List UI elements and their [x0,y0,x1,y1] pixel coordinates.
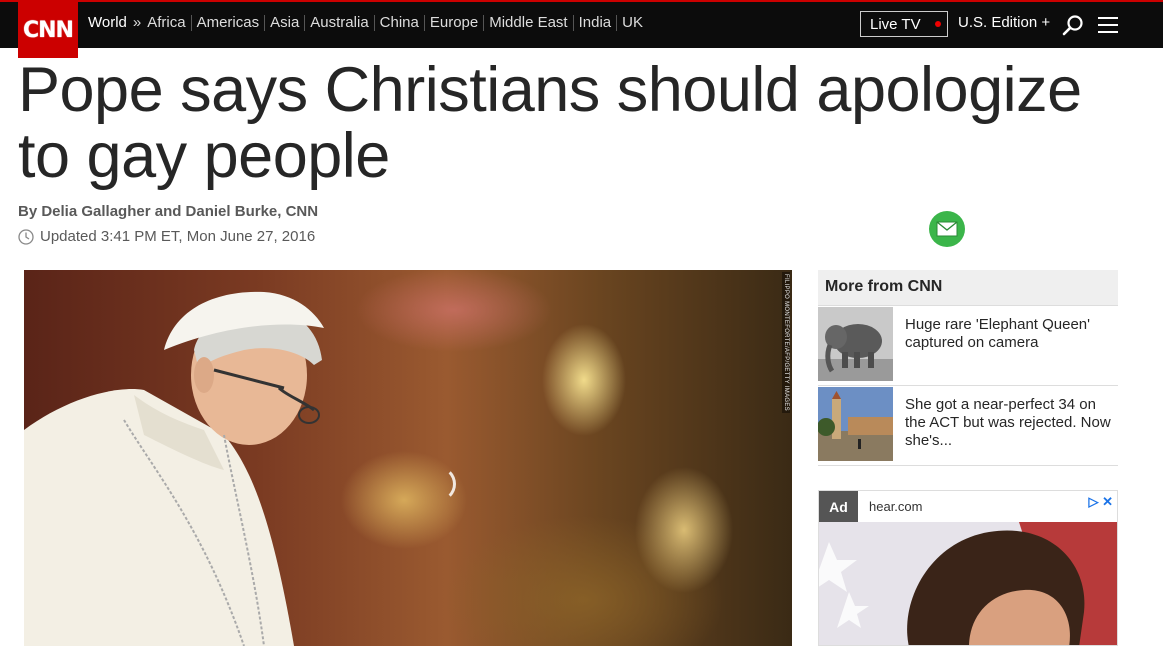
campus-tower-thumbnail [818,387,893,461]
nav-region-africa[interactable]: Africa [147,14,190,31]
more-item-text[interactable]: Huge rare 'Elephant Queen' captured on c… [905,316,1118,352]
envelope-icon [936,221,958,237]
elephant-thumbnail [818,307,893,381]
nav-region-europe[interactable]: Europe [423,14,483,31]
nav-region-middle-east[interactable]: Middle East [483,14,572,31]
nav-region-australia[interactable]: Australia [304,14,373,31]
image-credit: FILIPPO MONTEFORTE/AFP/GETTY IMAGES [782,272,790,413]
advertisement[interactable]: Ad hear.com ▷ ✕ [818,490,1118,646]
ad-header: Ad hear.com [819,491,1117,522]
cnn-logo[interactable]: CNN [18,2,78,58]
more-from-cnn: More from CNN Huge rare 'Elephant Queen'… [818,270,1118,466]
edition-selector[interactable]: U.S. Edition + [958,14,1050,31]
live-indicator-icon [934,21,941,27]
updated-text: Updated 3:41 PM ET, Mon June 27, 2016 [40,228,316,245]
search-icon[interactable] [1062,14,1084,36]
nav-region-uk[interactable]: UK [616,14,648,31]
nav-region-asia[interactable]: Asia [264,14,304,31]
ad-image [819,522,1117,645]
nav-world-link[interactable]: World [88,14,127,31]
ad-domain[interactable]: hear.com [869,499,922,514]
nav-separator: » [132,14,142,31]
more-item-elephant[interactable]: Huge rare 'Elephant Queen' captured on c… [818,306,1118,386]
live-tv-button[interactable]: Live TV [860,11,948,37]
more-from-cnn-title: More from CNN [818,270,1118,306]
clock-icon [18,228,34,245]
nav-region-americas[interactable]: Americas [190,14,265,31]
nav-region-china[interactable]: China [373,14,424,31]
ad-choices-close-icon[interactable]: ▷ ✕ [1088,494,1113,510]
nav-main: World » Africa Americas Asia Australia C… [88,14,648,31]
article-hero-image[interactable]: FILIPPO MONTEFORTE/AFP/GETTY IMAGES [24,270,792,646]
more-item-act[interactable]: She got a near-perfect 34 on the ACT but… [818,386,1118,466]
email-share-button[interactable] [929,211,965,247]
live-tv-label: Live TV [870,15,921,33]
nav-regions: Africa Americas Asia Australia China Eur… [147,14,648,31]
article-updated: Updated 3:41 PM ET, Mon June 27, 2016 [18,228,315,245]
top-nav: CNN World » Africa Americas Asia Austral… [0,0,1163,58]
more-item-text[interactable]: She got a near-perfect 34 on the ACT but… [905,396,1118,450]
nav-region-india[interactable]: India [572,14,617,31]
ad-badge: Ad [819,491,858,522]
article-headline: Pope says Christians should apologize to… [18,55,1082,191]
loading-spinner-icon [420,466,456,502]
menu-icon[interactable] [1098,17,1118,33]
pope-photo [24,291,324,646]
article-byline: By Delia Gallagher and Daniel Burke, CNN [18,203,319,220]
